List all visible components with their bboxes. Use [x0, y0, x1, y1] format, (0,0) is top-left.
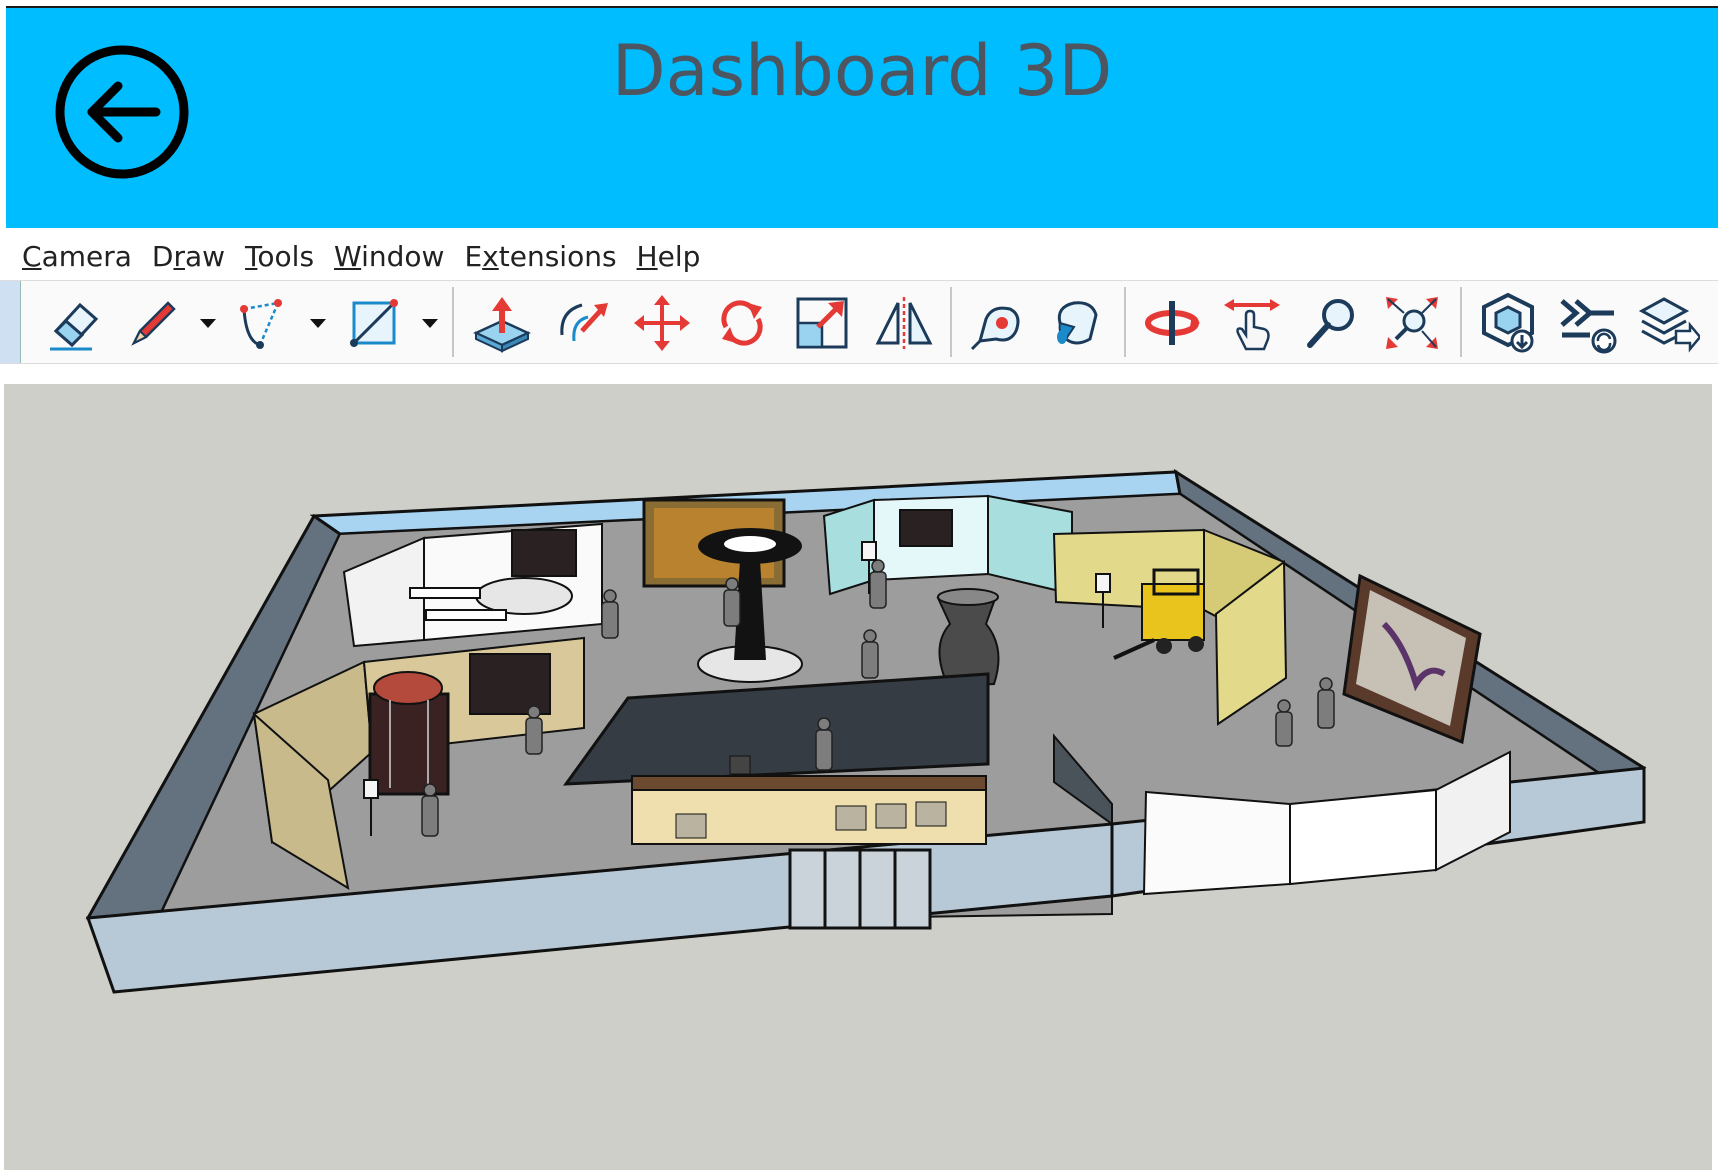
toolbar-separator [950, 287, 952, 357]
arc-tool[interactable] [232, 291, 296, 355]
toolbar-separator [1460, 287, 1462, 357]
arc-dropdown[interactable] [306, 311, 330, 335]
tv-screen [511, 529, 577, 577]
app-header: Dashboard 3D [6, 6, 1718, 228]
menu-extensions[interactable]: Extensions [464, 240, 616, 273]
rectangle-icon [350, 299, 398, 347]
tv-screen [469, 653, 551, 715]
layers-export-tool[interactable] [1636, 291, 1702, 355]
eraser-tool[interactable] [42, 291, 106, 355]
pan-icon [1224, 299, 1280, 351]
scale-tool[interactable] [790, 291, 854, 355]
rotate-icon [721, 300, 763, 346]
orbit-tool[interactable] [1140, 291, 1204, 355]
extension-manager-icon [1560, 299, 1617, 354]
pan-tool[interactable] [1220, 291, 1284, 355]
toolbar-separator [1124, 287, 1126, 357]
tape-measure-tool[interactable] [966, 291, 1030, 355]
caret-down-icon [422, 319, 438, 328]
zoom-icon [1307, 299, 1354, 348]
menu-bar: Camera Draw Tools Window Extensions Help [0, 236, 1718, 276]
page-title: Dashboard 3D [611, 30, 1113, 112]
line-tool[interactable] [122, 291, 186, 355]
rectangle-dropdown[interactable] [418, 311, 442, 335]
offset-icon [560, 303, 608, 342]
mirror-icon [875, 297, 933, 349]
paint-bucket-tool[interactable] [1046, 291, 1110, 355]
wireframe-vase [936, 588, 1000, 688]
follow-me-tool[interactable] [552, 291, 616, 355]
scale-icon [796, 297, 848, 349]
tape-measure-icon [970, 306, 1020, 351]
menu-help[interactable]: Help [637, 240, 701, 273]
3d-warehouse-tool[interactable] [1476, 291, 1540, 355]
toolbar [0, 280, 1718, 364]
move-icon [634, 295, 690, 351]
menu-camera[interactable]: Camera [22, 240, 132, 273]
arc-icon [240, 299, 282, 349]
toolbar-handle[interactable] [0, 281, 21, 363]
mirror-tool[interactable] [872, 291, 936, 355]
layers-export-icon [1638, 297, 1702, 353]
line-dropdown[interactable] [196, 311, 220, 335]
menu-window[interactable]: Window [334, 240, 444, 273]
phone-booth-model [368, 671, 450, 796]
3d-viewport[interactable] [4, 384, 1712, 1170]
zoom-extents-icon [1386, 297, 1438, 349]
menu-draw[interactable]: Draw [152, 240, 225, 273]
booth-wall [1142, 790, 1291, 896]
menu-tools[interactable]: Tools [245, 240, 314, 273]
orbit-icon [1145, 301, 1200, 345]
push-pull-icon [473, 297, 531, 353]
entrance-doors [788, 848, 932, 930]
rectangle-tool[interactable] [342, 291, 406, 355]
warehouse-icon [1482, 292, 1534, 353]
pencil-line-icon [131, 301, 176, 346]
caret-down-icon [200, 319, 216, 328]
zoom-tool[interactable] [1300, 291, 1364, 355]
caret-down-icon [310, 319, 326, 328]
eraser-icon [50, 302, 99, 351]
3d-scene [85, 468, 1647, 994]
move-tool[interactable] [630, 291, 694, 355]
extension-manager-tool[interactable] [1556, 291, 1620, 355]
toolbar-separator [452, 287, 454, 357]
push-pull-tool[interactable] [470, 291, 534, 355]
booth-wall [1289, 788, 1437, 886]
rotate-tool[interactable] [710, 291, 774, 355]
paint-bucket-icon [1057, 301, 1098, 345]
zoom-extents-tool[interactable] [1380, 291, 1444, 355]
tv-screen [899, 509, 953, 547]
